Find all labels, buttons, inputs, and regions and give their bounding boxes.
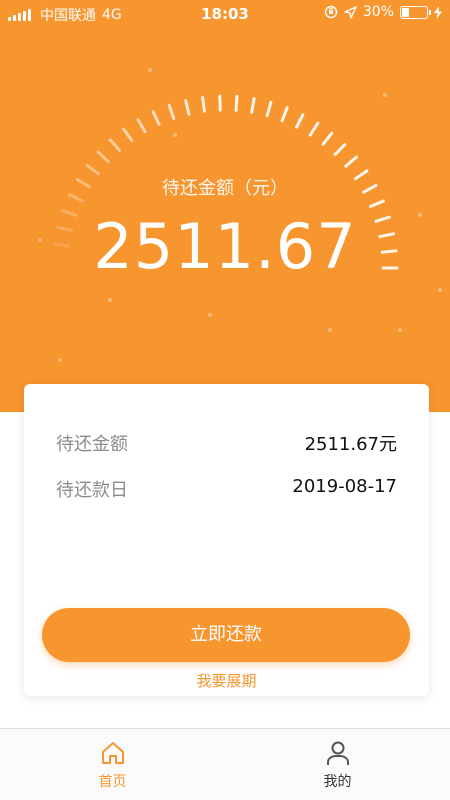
battery-icon <box>400 5 431 19</box>
sparkle-dot <box>298 118 302 122</box>
gauge-tick <box>321 131 334 146</box>
status-bar: 中国联通 4G 18:03 30% <box>0 0 450 28</box>
detail-row-due-date: 待还款日 2019-08-17 <box>56 476 397 506</box>
gauge-tick <box>234 94 239 112</box>
gauge-tick <box>136 118 147 134</box>
detail-value: 2511.67元 <box>304 434 397 455</box>
tab-home[interactable]: 首页 <box>0 729 225 800</box>
gauge-tick <box>308 121 320 137</box>
sparkle-dot <box>148 68 152 72</box>
home-icon <box>102 742 124 764</box>
gauge-tick <box>265 100 273 118</box>
sparkle-dot <box>383 93 387 97</box>
tab-mine[interactable]: 我的 <box>225 729 450 800</box>
detail-value: 2019-08-17 <box>292 476 397 497</box>
sparkle-dot <box>208 313 212 317</box>
sparkle-dot <box>108 298 112 302</box>
gauge-tick <box>280 106 289 123</box>
gauge-tick <box>108 138 122 152</box>
gauge-tick <box>201 95 206 113</box>
due-amount-value: 2511.67 <box>93 210 357 283</box>
sparkle-dot <box>328 328 332 332</box>
gauge-tick <box>96 150 110 163</box>
gauge-tick <box>151 110 161 126</box>
hero-banner: 中国联通 4G 18:03 30% 待还金额（元） 2511.67 <box>0 0 450 412</box>
charging-bolt-icon <box>434 5 442 19</box>
gauge-tick <box>333 143 347 157</box>
pay-now-button[interactable]: 立即还款 <box>42 608 410 662</box>
sparkle-dot <box>438 288 442 292</box>
gauge-tick <box>167 103 176 121</box>
due-amount-label: 待还金额（元） <box>162 178 288 199</box>
sparkle-dot <box>398 328 402 332</box>
tab-label: 首页 <box>98 774 127 790</box>
sparkle-dot <box>173 133 177 137</box>
detail-label: 待还款日 <box>56 480 128 501</box>
gauge-tick <box>85 163 100 176</box>
repayment-card: 待还金额 2511.67元 待还款日 2019-08-17 立即还款 我要展期 <box>24 384 429 696</box>
gauge-tick <box>250 96 256 114</box>
rotation-lock-icon <box>324 5 338 19</box>
gauge-dial <box>38 68 442 362</box>
location-arrow-icon <box>344 5 357 19</box>
detail-label: 待还金额 <box>56 434 128 455</box>
gauge-tick <box>344 155 359 168</box>
tab-label: 我的 <box>323 774 352 790</box>
gauge-tick <box>184 99 191 116</box>
person-icon <box>327 741 349 765</box>
tab-bar: 首页 我的 <box>0 728 450 800</box>
sparkle-dot <box>58 358 62 362</box>
gauge-tick <box>369 199 385 208</box>
battery-percent: 30% <box>362 4 394 20</box>
gauge-tick <box>122 127 134 142</box>
extend-link[interactable]: 我要展期 <box>24 670 429 691</box>
detail-row-amount: 待还金额 2511.67元 <box>56 430 397 460</box>
